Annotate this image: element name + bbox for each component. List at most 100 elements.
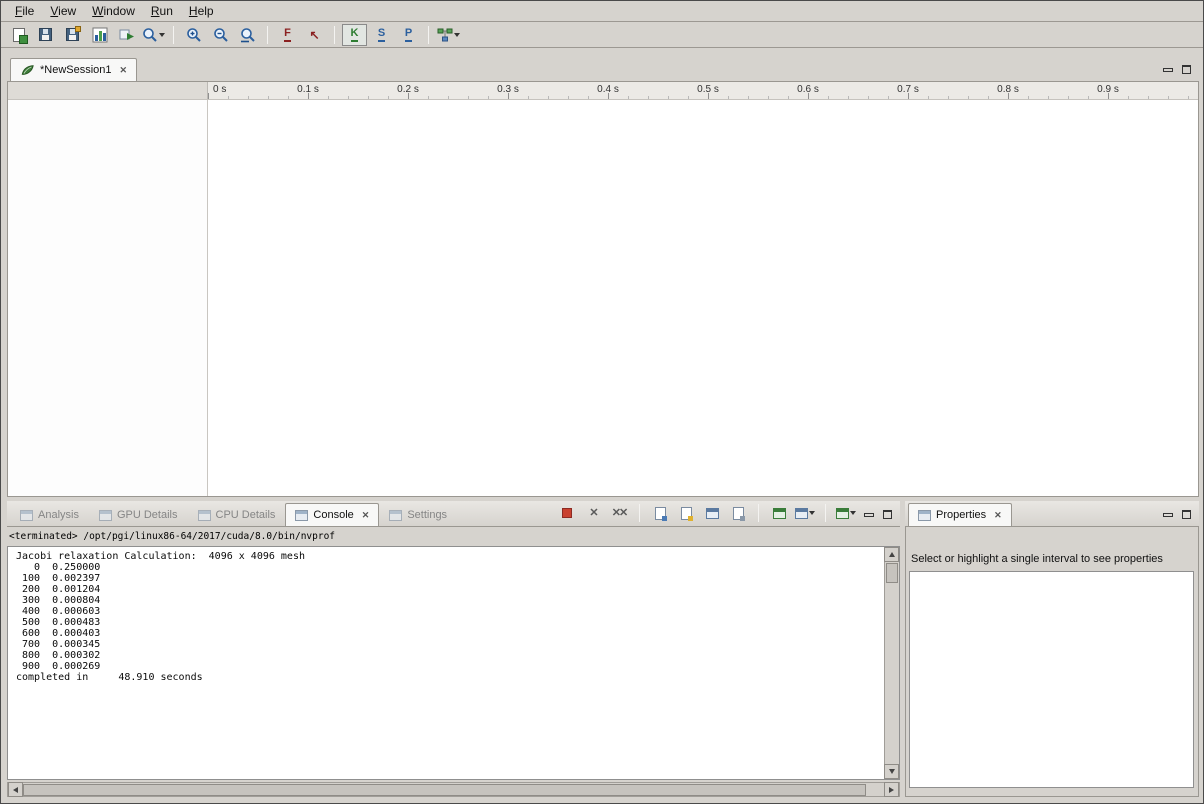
tab-console-label: Console: [313, 509, 353, 521]
s-toggle-button[interactable]: S: [369, 24, 394, 46]
properties-maximize-button[interactable]: [1177, 507, 1195, 522]
scroll-lock-icon: [681, 507, 692, 520]
console-output-area[interactable]: Jacobi relaxation Calculation: 4096 x 40…: [7, 546, 900, 780]
timeline-body: [8, 100, 1198, 496]
tab-cpu-details-label: CPU Details: [216, 509, 276, 521]
toolbar-separator: [173, 26, 174, 44]
menu-file[interactable]: File: [7, 2, 42, 20]
tab-analysis[interactable]: Analysis: [10, 503, 89, 526]
ruler-label: 0.9 s: [1097, 84, 1119, 95]
zoom-out-button[interactable]: [208, 24, 233, 46]
analysis-dropdown-button[interactable]: [436, 24, 461, 46]
stderr-icon: [733, 507, 744, 520]
toolbar-separator: [758, 504, 759, 522]
scroll-left-icon[interactable]: [8, 782, 23, 797]
f-marker-icon: F: [284, 28, 291, 42]
scroll-right-icon[interactable]: [884, 782, 899, 797]
tab-settings[interactable]: Settings: [379, 503, 457, 526]
menu-help[interactable]: Help: [181, 2, 222, 20]
horizontal-scroll-thumb[interactable]: [23, 784, 866, 796]
ruler-label: 0.7 s: [897, 84, 919, 95]
remove-all-launches-icon: ✕✕: [612, 508, 626, 519]
clear-console-icon: [655, 507, 666, 520]
save-as-icon: [66, 28, 79, 41]
console-vertical-scrollbar[interactable]: [884, 547, 899, 779]
tab-cpu-details[interactable]: CPU Details: [188, 503, 286, 526]
pin-console-button[interactable]: [768, 503, 790, 523]
save-as-button[interactable]: [60, 24, 85, 46]
refresh-dropdown-button[interactable]: [141, 24, 166, 46]
ruler-scale[interactable]: 0 s 0.1 s 0.2 s 0.3 s 0.4 s 0.5 s 0.6 s …: [208, 82, 1198, 99]
scroll-lock-button[interactable]: [675, 503, 697, 523]
maximize-icon: [883, 510, 892, 519]
menu-run[interactable]: Run: [143, 2, 181, 20]
toolbar-separator: [825, 504, 826, 522]
console-maximize-button[interactable]: [878, 507, 896, 522]
properties-tab-row: Properties ✕: [905, 501, 1199, 527]
main-toolbar: F ↖ K S P: [1, 22, 1203, 48]
editor-minimize-button[interactable]: [1159, 62, 1177, 77]
show-stdout-button[interactable]: [701, 503, 723, 523]
chart-button[interactable]: [87, 24, 112, 46]
console-horizontal-scrollbar[interactable]: [7, 782, 900, 797]
save-session-button[interactable]: [33, 24, 58, 46]
scroll-up-icon[interactable]: [884, 547, 899, 562]
scroll-down-icon[interactable]: [884, 764, 899, 779]
new-session-icon: [13, 28, 25, 42]
analysis-tab-icon: [20, 510, 33, 521]
arrow-marker-icon: ↖: [309, 29, 319, 41]
show-stderr-button[interactable]: [727, 503, 749, 523]
zoom-fit-button[interactable]: [235, 24, 260, 46]
marker-arrow-button[interactable]: ↖: [302, 24, 327, 46]
tab-gpu-details[interactable]: GPU Details: [89, 503, 188, 526]
s-toggle-icon: S: [378, 28, 385, 42]
properties-detail-box: [909, 571, 1194, 788]
p-toggle-button[interactable]: P: [396, 24, 421, 46]
properties-content: Select or highlight a single interval to…: [905, 527, 1199, 797]
zoom-fit-icon: [240, 27, 256, 43]
timeline-row-names-column: [8, 100, 208, 496]
ruler-label: 0 s: [213, 84, 226, 95]
k-toggle-button[interactable]: K: [342, 24, 367, 46]
open-console-icon: [836, 508, 849, 519]
console-minimize-button[interactable]: [860, 507, 878, 522]
new-session-button[interactable]: [6, 24, 31, 46]
tab-settings-label: Settings: [407, 509, 447, 521]
ruler-label: 0.5 s: [697, 84, 719, 95]
tab-properties[interactable]: Properties ✕: [908, 503, 1012, 526]
console-view-panel: Analysis GPU Details CPU Details Console…: [7, 501, 900, 797]
ruler-label: 0.3 s: [497, 84, 519, 95]
session-tab-close-icon[interactable]: ✕: [120, 65, 128, 76]
vertical-scroll-thumb[interactable]: [886, 563, 898, 583]
ruler-label: 0.2 s: [397, 84, 419, 95]
timeline-content: 0 s 0.1 s 0.2 s 0.3 s 0.4 s 0.5 s 0.6 s …: [7, 81, 1199, 497]
session-icon: [20, 63, 35, 77]
remove-all-launches-button[interactable]: ✕✕: [608, 503, 630, 523]
toolbar-separator: [334, 26, 335, 44]
timeline-canvas[interactable]: [208, 100, 1198, 496]
remove-launch-icon: ✕: [589, 508, 596, 519]
terminate-icon: [562, 508, 572, 518]
zoom-in-button[interactable]: [181, 24, 206, 46]
properties-panel: Properties ✕ Select or highlight a singl…: [905, 501, 1199, 797]
console-tab-close-icon[interactable]: ✕: [362, 510, 370, 521]
ruler-names-header: [8, 82, 208, 99]
terminate-button[interactable]: [556, 503, 578, 523]
minimize-icon: [1163, 68, 1173, 72]
console-output-text: Jacobi relaxation Calculation: 4096 x 40…: [16, 551, 899, 683]
marker-f-button[interactable]: F: [275, 24, 300, 46]
session-tab[interactable]: *NewSession1 ✕: [10, 58, 137, 81]
settings-tab-icon: [389, 510, 402, 521]
clear-console-button[interactable]: [649, 503, 671, 523]
editor-maximize-button[interactable]: [1177, 62, 1195, 77]
open-console-button[interactable]: [835, 503, 857, 523]
menu-window[interactable]: Window: [84, 2, 143, 20]
remove-launch-button[interactable]: ✕: [582, 503, 604, 523]
tab-console[interactable]: Console ✕: [285, 503, 379, 526]
properties-minimize-button[interactable]: [1159, 507, 1177, 522]
display-console-button[interactable]: [794, 503, 816, 523]
export-profile-button[interactable]: [114, 24, 139, 46]
maximize-icon: [1182, 510, 1191, 519]
menu-view[interactable]: View: [42, 2, 84, 20]
properties-tab-close-icon[interactable]: ✕: [994, 510, 1002, 521]
